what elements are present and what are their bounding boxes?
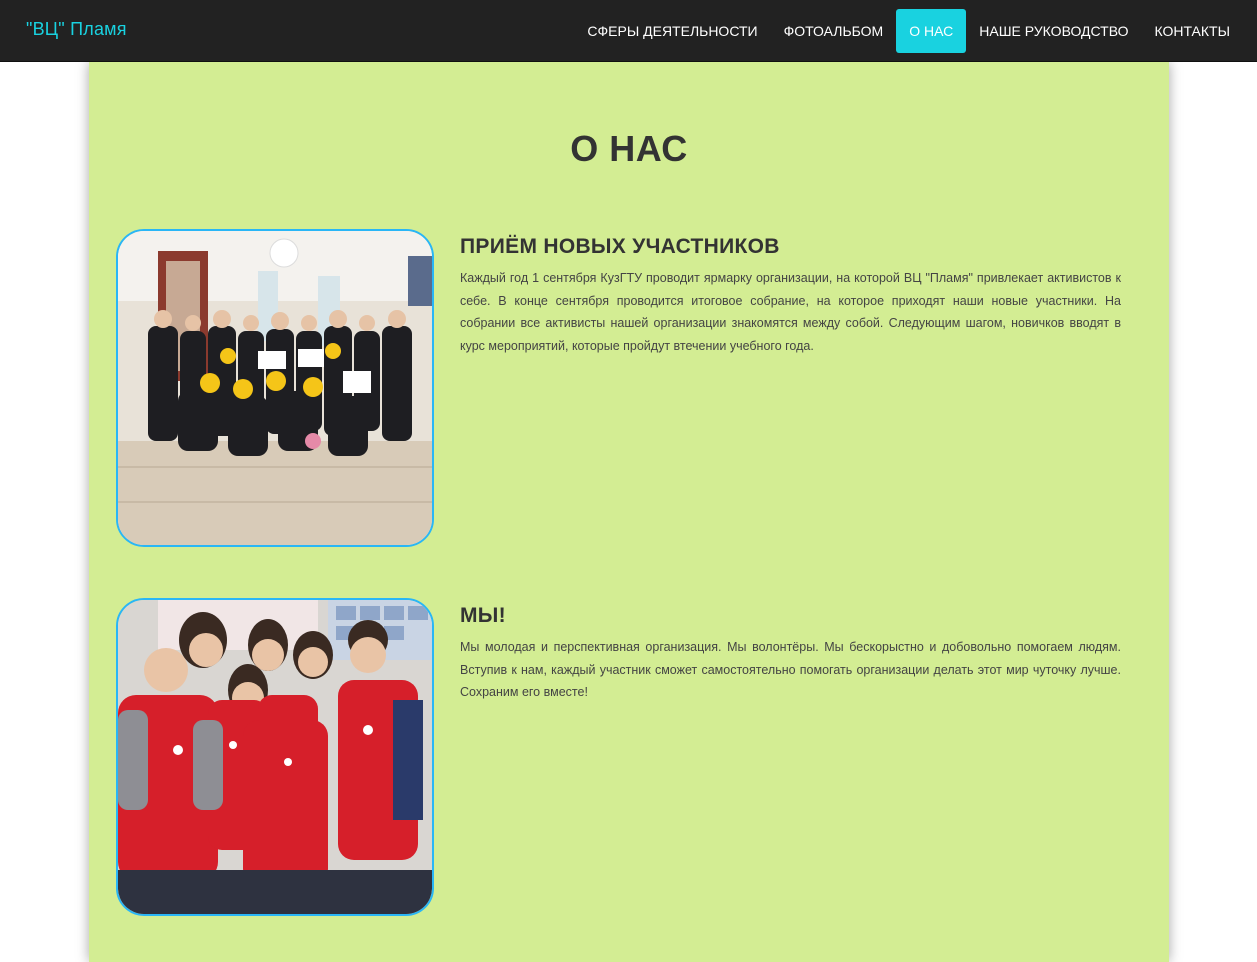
section-heading: МЫ!	[460, 604, 506, 627]
nav-item: ФОТОАЛЬБОМ	[771, 9, 897, 53]
nav-link-contacts[interactable]: КОНТАКТЫ	[1141, 9, 1243, 53]
section-text: МЫ! Мы молодая и перспективная организац…	[460, 604, 1121, 704]
nav-link-activities[interactable]: СФЕРЫ ДЕЯТЕЛЬНОСТИ	[574, 9, 770, 53]
volunteers-photo-illustration	[118, 600, 432, 914]
nav-link-about-us[interactable]: О НАС	[896, 9, 967, 53]
about-content-panel: О НАС ПРИЁМ НОВЫХ УЧАСТНИКОВ Каждый год …	[89, 62, 1169, 962]
nav-item: СФЕРЫ ДЕЯТЕЛЬНОСТИ	[574, 9, 770, 53]
nav-item: КОНТАКТЫ	[1141, 9, 1243, 53]
section-heading: ПРИЁМ НОВЫХ УЧАСТНИКОВ	[460, 235, 780, 258]
group-photo-image	[116, 229, 434, 547]
nav-link-photo-album[interactable]: ФОТОАЛЬБОМ	[771, 9, 897, 53]
section-paragraph: Каждый год 1 сентября КузГТУ проводит яр…	[460, 271, 1121, 353]
section-text: ПРИЁМ НОВЫХ УЧАСТНИКОВ Каждый год 1 сент…	[460, 235, 1121, 357]
top-navbar: "ВЦ" Пламя СФЕРЫ ДЕЯТЕЛЬНОСТИ ФОТОАЛЬБОМ…	[0, 0, 1257, 62]
volunteers-photo-image	[116, 598, 434, 916]
main-nav: СФЕРЫ ДЕЯТЕЛЬНОСТИ ФОТОАЛЬБОМ О НАС НАШЕ…	[574, 9, 1243, 53]
nav-item: НАШЕ РУКОВОДСТВО	[966, 9, 1141, 53]
nav-item: О НАС	[896, 9, 967, 53]
section-we: МЫ! Мы молодая и перспективная организац…	[116, 598, 1146, 922]
section-new-members: ПРИЁМ НОВЫХ УЧАСТНИКОВ Каждый год 1 сент…	[116, 229, 1146, 553]
section-paragraph: Мы молодая и перспективная организация. …	[460, 640, 1121, 699]
nav-link-leadership[interactable]: НАШЕ РУКОВОДСТВО	[966, 9, 1141, 53]
page-title: О НАС	[570, 128, 688, 169]
brand-logo-link[interactable]: "ВЦ" Пламя	[26, 19, 127, 40]
group-photo-illustration	[118, 231, 432, 545]
